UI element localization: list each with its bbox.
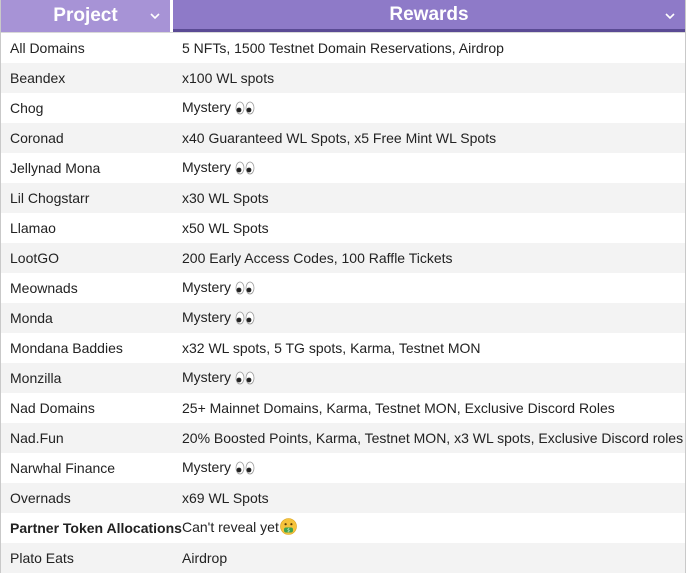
rewards-text: Mystery xyxy=(182,278,231,295)
svg-text:$: $ xyxy=(287,528,290,534)
table-row: All Domains 5 NFTs, 1500 Testnet Domain R… xyxy=(1,33,685,63)
project-cell[interactable]: LootGO xyxy=(1,250,173,266)
eyes-emoji-icon xyxy=(235,311,255,328)
rewards-text: Mystery xyxy=(182,458,231,475)
project-cell[interactable]: Monda xyxy=(1,310,173,326)
rewards-text: 5 NFTs, 1500 Testnet Domain Reservations… xyxy=(182,40,504,56)
rewards-cell[interactable]: Airdrop xyxy=(173,550,685,566)
table-row: LootGO 200 Early Access Codes, 100 Raffle… xyxy=(1,243,685,273)
table-row: Nad Domains 25+ Mainnet Domains, Karma, T… xyxy=(1,393,685,423)
table-row: Plato Eats Airdrop xyxy=(1,543,685,573)
table-row: Coronad x40 Guaranteed WL Spots, x5 Free … xyxy=(1,123,685,153)
project-cell[interactable]: Llamao xyxy=(1,220,173,236)
table-row: Narwhal Finance Mystery xyxy=(1,453,685,483)
table-row: Partner Token Allocations Can't reveal ye… xyxy=(1,513,685,543)
table-row: Meownads Mystery xyxy=(1,273,685,303)
rewards-text: x50 WL Spots xyxy=(182,220,269,236)
spreadsheet-table: Project Rewards All Domains 5 NFTs, 1500 … xyxy=(0,0,686,573)
project-cell[interactable]: Narwhal Finance xyxy=(1,460,173,476)
project-cell[interactable]: Beandex xyxy=(1,70,173,86)
project-cell[interactable]: Nad Domains xyxy=(1,400,173,416)
project-cell[interactable]: Jellynad Mona xyxy=(1,160,173,176)
project-cell[interactable]: Partner Token Allocations xyxy=(1,520,182,536)
rewards-text: x30 WL Spots xyxy=(182,190,269,206)
eyes-emoji-icon xyxy=(235,161,255,178)
project-cell[interactable]: Mondana Baddies xyxy=(1,340,173,356)
eyes-emoji-icon xyxy=(235,371,255,388)
rewards-text: x32 WL spots, 5 TG spots, Karma, Testnet… xyxy=(182,340,481,356)
table-row: Mondana Baddies x32 WL spots, 5 TG spots,… xyxy=(1,333,685,363)
rewards-text: Mystery xyxy=(182,158,231,175)
rewards-cell[interactable]: Mystery xyxy=(173,459,685,478)
rewards-cell[interactable]: 25+ Mainnet Domains, Karma, Testnet MON,… xyxy=(173,400,685,416)
project-cell[interactable]: Overnads xyxy=(1,490,173,506)
column-header-project-label: Project xyxy=(53,5,118,26)
eyes-emoji-icon xyxy=(235,461,255,478)
table-header: Project Rewards xyxy=(1,0,685,32)
rewards-text: x69 WL Spots xyxy=(182,490,269,506)
project-cell[interactable]: All Domains xyxy=(1,40,173,56)
chevron-down-icon[interactable] xyxy=(663,9,677,23)
eyes-emoji-icon xyxy=(235,281,255,298)
eyes-emoji-icon xyxy=(235,101,255,118)
table-row: Monzilla Mystery xyxy=(1,363,685,393)
project-cell[interactable]: Meownads xyxy=(1,280,173,296)
rewards-cell[interactable]: Mystery xyxy=(173,279,685,298)
table-row: Nad.Fun 20% Boosted Points, Karma, Testne… xyxy=(1,423,685,453)
table-row: Lil Chogstarr x30 WL Spots xyxy=(1,183,685,213)
rewards-text: Airdrop xyxy=(182,550,228,566)
rewards-cell[interactable]: 20% Boosted Points, Karma, Testnet MON, … xyxy=(173,430,685,446)
table-row: Beandex x100 WL spots xyxy=(1,63,685,93)
table-row: Overnads x69 WL Spots xyxy=(1,483,685,513)
rewards-cell[interactable]: Mystery xyxy=(173,99,685,118)
rewards-cell[interactable]: x100 WL spots xyxy=(173,70,685,86)
rewards-cell[interactable]: x69 WL Spots xyxy=(173,490,685,506)
table-row: Jellynad Mona Mystery xyxy=(1,153,685,183)
project-cell[interactable]: Monzilla xyxy=(1,370,173,386)
table-body: All Domains 5 NFTs, 1500 Testnet Domain R… xyxy=(1,32,685,573)
table-row: Chog Mystery xyxy=(1,93,685,123)
rewards-text: 20% Boosted Points, Karma, Testnet MON, … xyxy=(182,430,684,446)
rewards-cell[interactable]: 200 Early Access Codes, 100 Raffle Ticke… xyxy=(173,250,685,266)
column-header-rewards[interactable]: Rewards xyxy=(173,0,685,32)
rewards-text: Can't reveal yet xyxy=(182,519,279,535)
column-header-project[interactable]: Project xyxy=(1,0,173,32)
rewards-text: Mystery xyxy=(182,308,231,325)
rewards-cell[interactable]: x50 WL Spots xyxy=(173,220,685,236)
rewards-text: Mystery xyxy=(182,368,231,385)
rewards-cell[interactable]: Can't reveal yet $ xyxy=(173,518,685,538)
project-cell[interactable]: Coronad xyxy=(1,130,173,146)
rewards-cell[interactable]: Mystery xyxy=(173,159,685,178)
rewards-text: x100 WL spots xyxy=(182,70,275,86)
rewards-cell[interactable]: x30 WL Spots xyxy=(173,190,685,206)
money-mouth-face-icon: $ xyxy=(280,518,297,538)
project-cell[interactable]: Chog xyxy=(1,100,173,116)
rewards-text: 25+ Mainnet Domains, Karma, Testnet MON,… xyxy=(182,400,615,416)
rewards-cell[interactable]: x32 WL spots, 5 TG spots, Karma, Testnet… xyxy=(173,340,685,356)
table-row: Monda Mystery xyxy=(1,303,685,333)
rewards-cell[interactable]: x40 Guaranteed WL Spots, x5 Free Mint WL… xyxy=(173,130,685,146)
table-row: Llamao x50 WL Spots xyxy=(1,213,685,243)
rewards-cell[interactable]: Mystery xyxy=(173,309,685,328)
rewards-cell[interactable]: 5 NFTs, 1500 Testnet Domain Reservations… xyxy=(173,40,685,56)
project-cell[interactable]: Plato Eats xyxy=(1,550,173,566)
column-header-rewards-label: Rewards xyxy=(389,3,469,25)
rewards-text: Mystery xyxy=(182,98,231,115)
chevron-down-icon[interactable] xyxy=(148,9,162,23)
rewards-text: x40 Guaranteed WL Spots, x5 Free Mint WL… xyxy=(182,130,497,146)
project-cell[interactable]: Nad.Fun xyxy=(1,430,173,446)
rewards-cell[interactable]: Mystery xyxy=(173,369,685,388)
project-cell[interactable]: Lil Chogstarr xyxy=(1,190,173,206)
rewards-text: 200 Early Access Codes, 100 Raffle Ticke… xyxy=(182,250,453,266)
